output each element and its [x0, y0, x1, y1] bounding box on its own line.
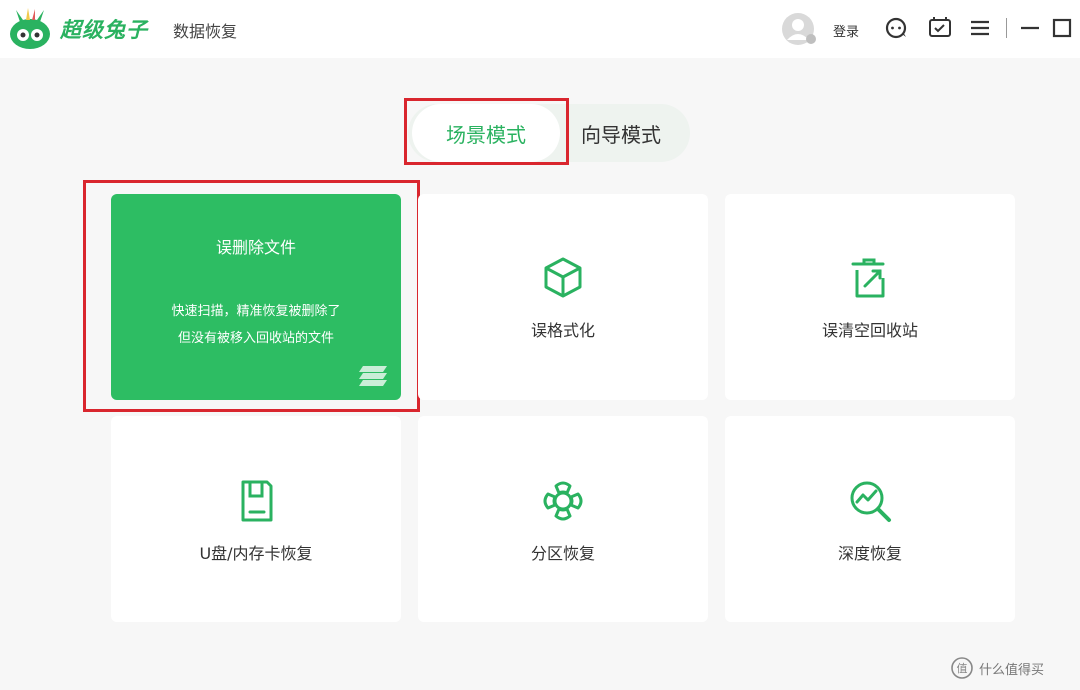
support-chat-icon[interactable]: [882, 14, 910, 42]
rabbit-logo-icon: [10, 8, 50, 49]
menu-icon[interactable]: [966, 14, 994, 42]
card-deleted-files[interactable]: 误删除文件 快速扫描，精准恢复被删除了 但没有被移入回收站的文件: [111, 194, 401, 400]
card-partition-recovery[interactable]: 分区恢复: [418, 416, 708, 622]
cube-icon: [544, 257, 582, 298]
card-emptied-recycle-bin[interactable]: 误清空回收站: [725, 194, 1015, 400]
title-bar: 超级兔子 数据恢复 登录: [0, 0, 1080, 58]
watermark: 值 什么值得买: [951, 655, 1044, 681]
svg-text:值: 值: [957, 662, 968, 675]
card-label: 误格式化: [530, 321, 595, 340]
partition-icon: [543, 481, 583, 521]
user-avatar-icon[interactable]: [781, 12, 819, 46]
watermark-text: 什么值得买: [979, 662, 1045, 678]
minimize-icon[interactable]: [1016, 14, 1044, 42]
titlebar-separator: [1006, 18, 1007, 38]
login-link[interactable]: 登录: [833, 21, 859, 40]
smzdm-logo-icon: 值: [951, 657, 973, 679]
deep-scan-icon: [850, 481, 891, 522]
card-label: 分区恢复: [530, 544, 595, 563]
card-label: 深度恢复: [837, 544, 902, 563]
sd-card-icon: [241, 480, 273, 522]
card-label: U盘/内存卡恢复: [199, 544, 313, 563]
card-label: 误清空回收站: [821, 321, 918, 340]
card-formatted[interactable]: 误格式化: [418, 194, 708, 400]
feedback-icon[interactable]: [926, 14, 954, 42]
file-stack-icon: [359, 366, 387, 386]
card-deep-recovery[interactable]: 深度恢复: [725, 416, 1015, 622]
maximize-icon[interactable]: [1048, 14, 1076, 42]
brand-name: 超级兔子: [60, 17, 148, 42]
tab-scene-mode[interactable]: 场景模式: [412, 104, 560, 162]
card-usb-sd-recovery[interactable]: U盘/内存卡恢复: [111, 416, 401, 622]
tab-wizard-mode[interactable]: 向导模式: [560, 104, 682, 162]
card-description: 快速扫描，精准恢复被删除了 但没有被移入回收站的文件: [171, 304, 341, 346]
product-name: 数据恢复: [173, 22, 238, 41]
recycle-bin-icon: [851, 258, 885, 298]
card-title: 误删除文件: [215, 238, 296, 257]
